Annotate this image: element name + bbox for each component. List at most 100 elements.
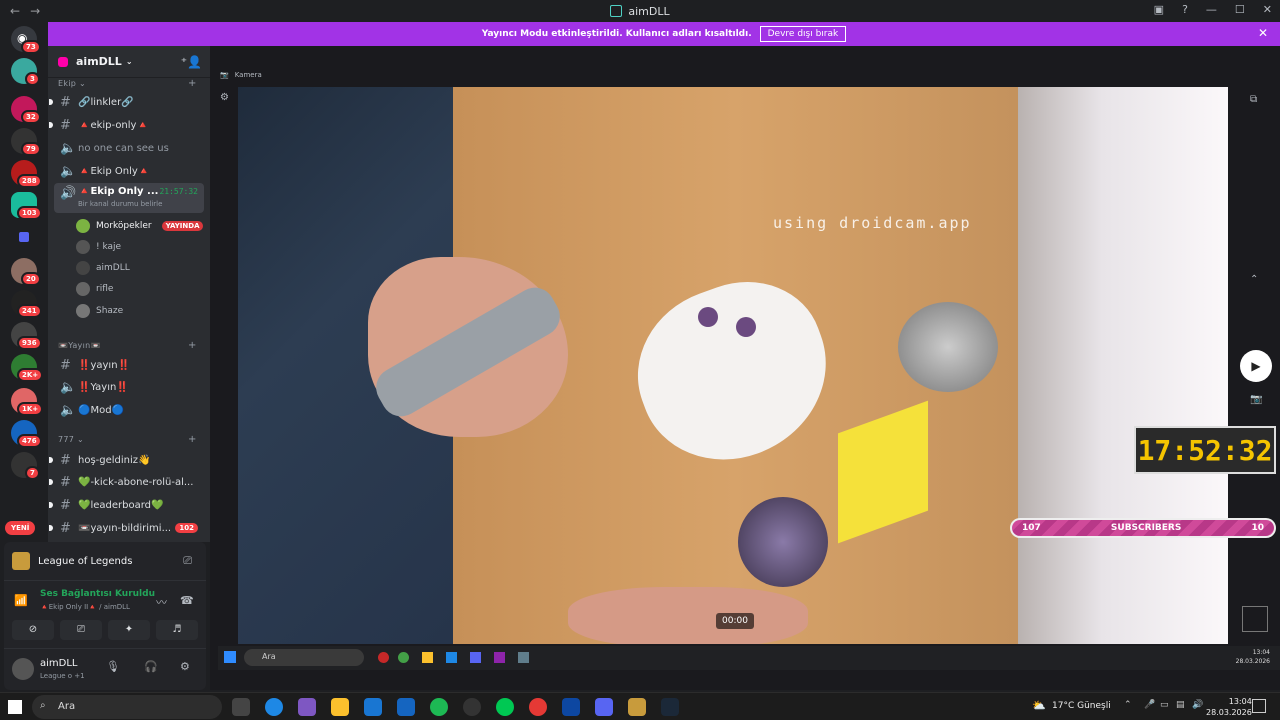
notification-badge: 73 (21, 40, 41, 54)
windows-start-icon (224, 651, 236, 663)
guild-header[interactable]: aimDLL ⌄ ⁺👤 (48, 46, 210, 78)
channel-linkler[interactable]: # 🔗linkler🔗 (49, 92, 204, 112)
channel-yayin-bildirimi[interactable]: # 📼yayın-bildirimi... 102 (49, 518, 204, 538)
video-camera-icon[interactable]: ▶ (1240, 350, 1272, 382)
edge-icon[interactable] (265, 698, 283, 716)
stream-icon[interactable]: ⎚ (183, 554, 192, 568)
voice-channel-ekip-only[interactable]: 🔈 🔺Ekip Only🔺 (54, 161, 204, 181)
task-view-icon[interactable] (232, 698, 250, 716)
avatar[interactable] (12, 658, 34, 680)
taskbar-search[interactable]: ⌕ Ara (32, 695, 222, 719)
system-clock[interactable]: 13:04 28.03.2026 (1206, 696, 1252, 718)
chrome-icon[interactable] (529, 698, 547, 716)
noise-suppression-icon[interactable]: 〰 (156, 594, 167, 610)
disconnect-icon[interactable]: ☎ (180, 594, 194, 607)
help-icon[interactable]: ? (1182, 3, 1188, 16)
category-yayin[interactable]: 📼Yayın📼 + (58, 340, 196, 351)
activity-row[interactable]: League of Legends (12, 552, 132, 570)
voice-user-name: Shaze (96, 306, 124, 316)
microphone-icon[interactable]: 🎙 (106, 660, 120, 673)
league-of-legends-icon[interactable] (628, 698, 646, 716)
microphone-icon[interactable]: 🎤 (1144, 700, 1155, 710)
channel-ekip-only[interactable]: # 🔺ekip-only🔺 (49, 115, 204, 135)
new-servers-pill[interactable]: YENİ (5, 521, 36, 535)
file-explorer-icon[interactable] (331, 698, 349, 716)
headphones-icon[interactable]: 🎧 (144, 660, 158, 673)
voice-channel-no-one[interactable]: 🔈 no one can see us (54, 138, 204, 158)
display-icon[interactable]: ▭ (1160, 700, 1169, 710)
camera-icon[interactable]: 📷 (1250, 394, 1262, 405)
close-button[interactable]: ✕ (1263, 3, 1272, 16)
notification-badge: 2K+ (17, 368, 44, 382)
voice-channel-mod[interactable]: 🔈 🔵Mod🔵 (54, 400, 204, 420)
server-icon[interactable]: 2K+ (11, 354, 44, 382)
add-channel-icon[interactable]: + (188, 434, 197, 445)
server-icon[interactable]: 1K+ (11, 388, 44, 416)
server-icon[interactable]: 20 (11, 258, 41, 286)
invite-people-icon[interactable]: ⁺👤 (181, 55, 202, 69)
channel-status[interactable]: Bir kanal durumu belirle (78, 200, 162, 208)
category-777[interactable]: 777 ⌄ + (58, 434, 196, 445)
weather-icon[interactable]: ⛅ (1032, 699, 1046, 712)
app-icon[interactable] (463, 698, 481, 716)
notifications-icon[interactable] (1252, 699, 1266, 713)
disable-streamer-mode-button[interactable]: Devre dışı bırak (759, 26, 847, 42)
server-icon[interactable]: 7 (11, 452, 40, 480)
voice-user[interactable]: Morköpekler YAYINDA (76, 216, 204, 236)
volume-icon[interactable]: 🔊 (1192, 700, 1203, 710)
category-ekip[interactable]: Ekip ⌄ + (58, 78, 196, 89)
soundboard-button[interactable]: ♬ (156, 620, 198, 640)
server-icon-selected[interactable]: 103 (11, 192, 42, 220)
fullscreen-button[interactable] (1242, 606, 1268, 632)
mail-icon[interactable] (397, 698, 415, 716)
server-icon[interactable]: 476 (11, 420, 42, 448)
spotify-icon[interactable] (430, 698, 448, 716)
steam-icon[interactable] (661, 698, 679, 716)
server-icon[interactable]: 936 (11, 322, 42, 350)
voice-channel-yayin-1[interactable]: # ‼️yayın‼️ (54, 355, 204, 375)
voice-user[interactable]: rifle (76, 279, 113, 299)
folder-icon[interactable] (11, 226, 37, 252)
snapshot-icon[interactable]: ⧉ (1250, 94, 1257, 105)
minimize-button[interactable]: — (1206, 3, 1217, 16)
weather-text[interactable]: 17°C Güneşli (1052, 701, 1111, 711)
voice-user[interactable]: Shaze (76, 301, 123, 321)
voice-connected-label[interactable]: Ses Bağlantısı Kuruldu (40, 589, 155, 599)
maximize-button[interactable]: ☐ (1235, 3, 1245, 16)
copilot-icon[interactable] (298, 698, 316, 716)
add-channel-icon[interactable]: + (188, 340, 197, 351)
subscriber-count: 107 (1022, 523, 1041, 533)
guild-name: aimDLL (76, 55, 122, 68)
direct-messages-button[interactable]: ◉ 73 (11, 26, 41, 54)
server-icon[interactable]: 32 (11, 96, 41, 124)
app-icon[interactable] (496, 698, 514, 716)
screen-share-button[interactable]: ⎚ (60, 620, 102, 640)
camera-video[interactable]: using droidcam.app 00:00 (238, 87, 1228, 644)
chevron-up-icon[interactable]: ⌃ (1250, 274, 1258, 285)
close-banner-icon[interactable]: ✕ (1258, 26, 1268, 40)
channel-hos-geldiniz[interactable]: # hoş-geldiniz👋 (49, 450, 204, 470)
store-icon[interactable] (364, 698, 382, 716)
avatar (76, 219, 90, 233)
server-icon[interactable]: 79 (11, 128, 41, 156)
settings-gear-icon[interactable]: ⚙ (220, 92, 229, 103)
channel-kick-abone[interactable]: # 💚-kick-abone-rolü-al... (49, 472, 204, 492)
add-channel-icon[interactable]: + (188, 78, 197, 89)
chevron-up-icon[interactable]: ⌃ (1124, 700, 1132, 710)
voice-channel-yayin-2[interactable]: 🔈 ‼️Yayın‼️ (54, 377, 204, 397)
network-icon[interactable]: ▤ (1176, 700, 1185, 710)
channel-leaderboard[interactable]: # 💚leaderboard💚 (49, 495, 204, 515)
server-icon[interactable]: 288 (11, 160, 42, 188)
voice-channel-ekip-only-active[interactable]: 🔊 🔺Ekip Only ... 21:57:32 Bir kanal durumu … (54, 183, 204, 213)
server-icon[interactable]: 3 (11, 58, 40, 86)
voice-user[interactable]: ! kaje (76, 237, 121, 257)
camera-off-button[interactable]: ⊘ (12, 620, 54, 640)
activities-button[interactable]: ✦ (108, 620, 150, 640)
settings-gear-icon[interactable]: ⚙ (180, 660, 190, 673)
windows-start-icon[interactable] (8, 700, 22, 714)
voice-user[interactable]: aimDLL (76, 258, 130, 278)
discord-icon[interactable] (595, 698, 613, 716)
server-icon[interactable]: 241 (11, 290, 42, 318)
inbox-icon[interactable]: ▣ (1154, 3, 1164, 16)
app-icon[interactable] (562, 698, 580, 716)
